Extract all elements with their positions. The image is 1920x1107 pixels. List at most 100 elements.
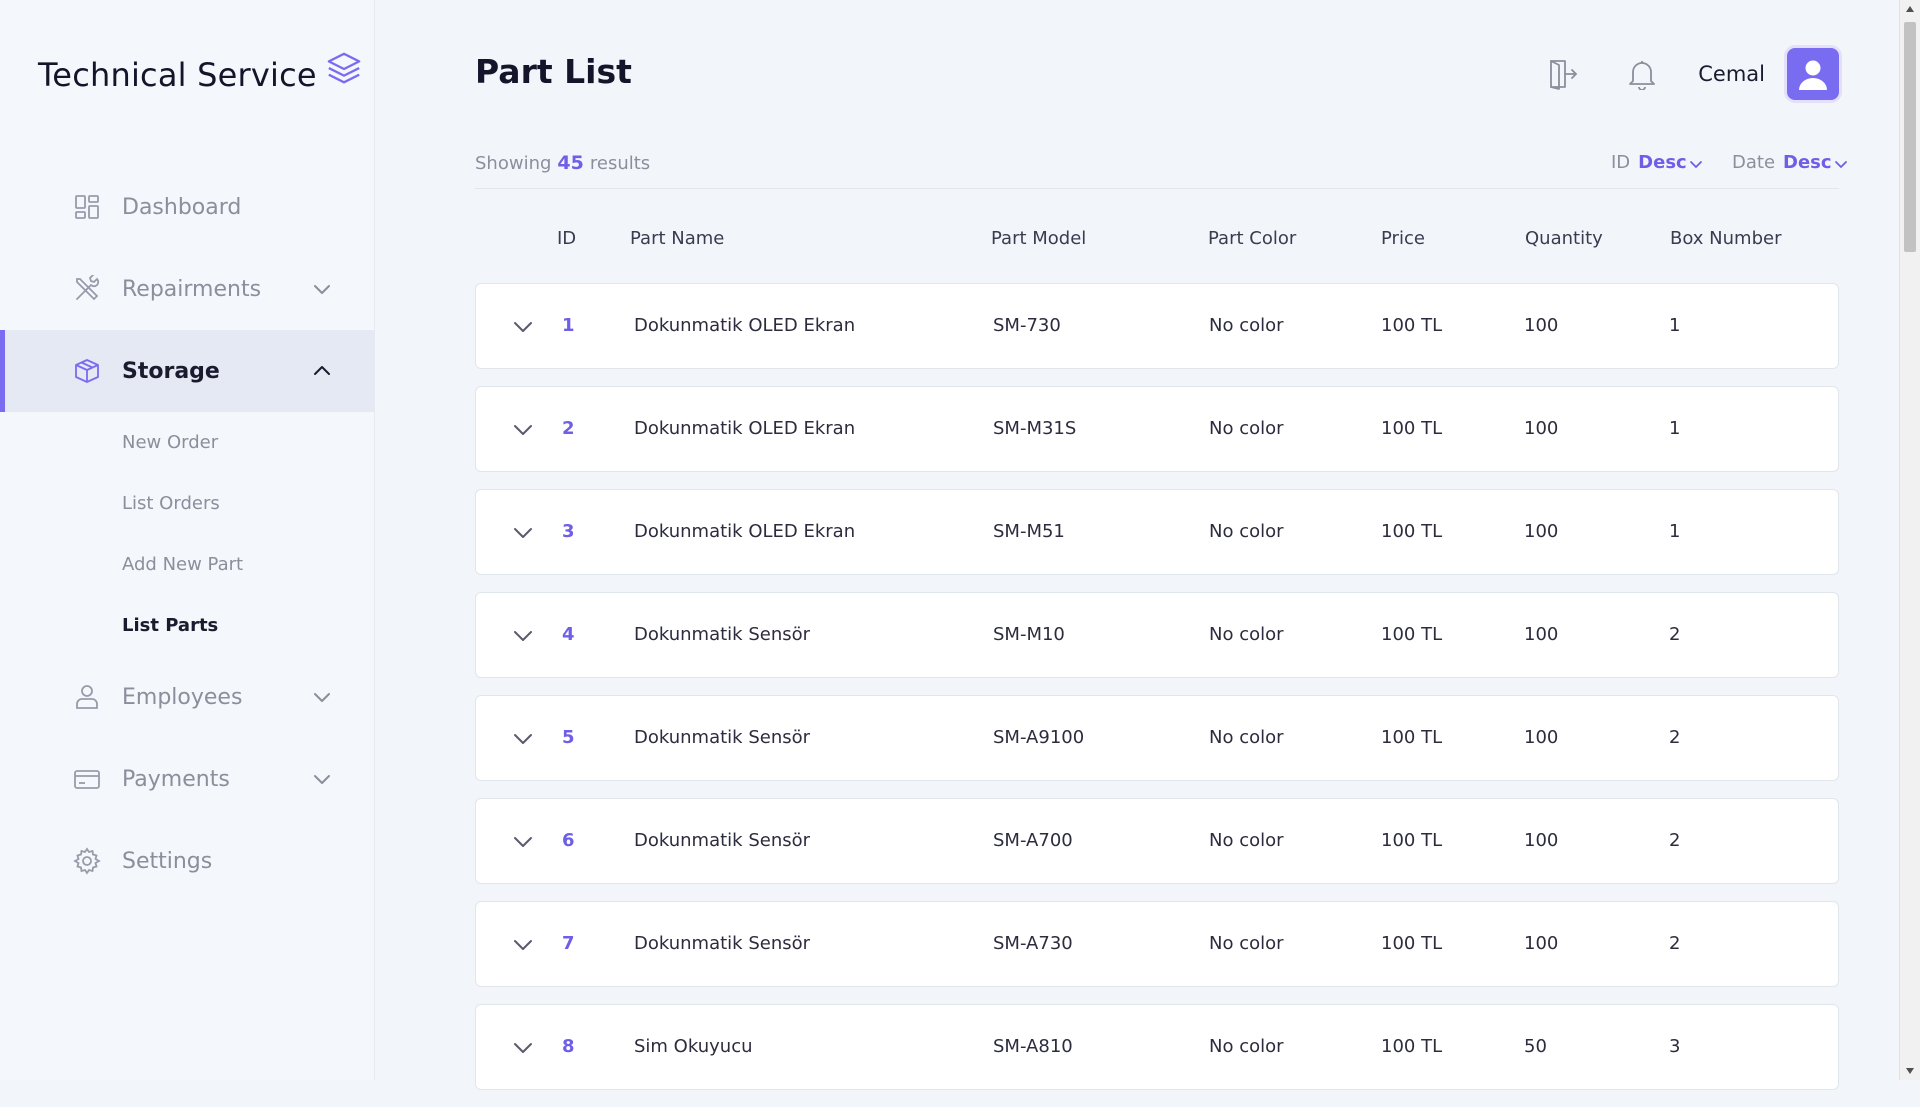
chevron-down-icon[interactable]: [510, 726, 536, 752]
subnav-item-add-new-part[interactable]: Add New Part: [0, 534, 374, 595]
cell-part-model: SM-M31S: [993, 418, 1077, 439]
brand[interactable]: Technical Service: [38, 50, 363, 94]
cell-id[interactable]: 4: [562, 624, 575, 645]
sidebar-item-label: Employees: [122, 684, 243, 710]
notification-button[interactable]: [1622, 54, 1662, 94]
storage-subnav: New Order List Orders Add New Part List …: [0, 412, 374, 656]
subnav-item-list-orders[interactable]: List Orders: [0, 473, 374, 534]
cell-part-model: SM-A810: [993, 1036, 1073, 1057]
column-header-price: Price: [1381, 228, 1425, 249]
cell-part-name: Dokunmatik Sensör: [634, 624, 811, 645]
username[interactable]: Cemal: [1698, 62, 1765, 86]
chevron-down-icon: [1689, 160, 1702, 168]
chevron-down-icon[interactable]: [510, 314, 536, 340]
sidebar-item-repairments[interactable]: Repairments: [0, 248, 374, 330]
topbar: Cemal: [1542, 48, 1839, 100]
cell-price: 100 TL: [1381, 521, 1443, 542]
cell-price: 100 TL: [1381, 315, 1443, 336]
cell-part-model: SM-A700: [993, 830, 1073, 851]
cell-part-model: SM-730: [993, 315, 1061, 336]
subnav-item-list-parts[interactable]: List Parts: [0, 595, 374, 656]
cell-id[interactable]: 2: [562, 418, 575, 439]
table-row[interactable]: 7 Dokunmatik Sensör SM-A730 No color 100…: [475, 901, 1839, 987]
cell-part-name: Dokunmatik OLED Ekran: [634, 521, 856, 542]
cell-part-name: Dokunmatik Sensör: [634, 727, 811, 748]
table-row[interactable]: 1 Dokunmatik OLED Ekran SM-730 No color …: [475, 283, 1839, 369]
chevron-down-icon[interactable]: [510, 623, 536, 649]
results-suffix: results: [589, 153, 651, 174]
scroll-down-button[interactable]: [1900, 1062, 1920, 1080]
chevron-down-icon[interactable]: [510, 932, 536, 958]
cell-quantity: 100: [1524, 521, 1559, 542]
sidebar-item-payments[interactable]: Payments: [0, 738, 374, 820]
cell-id[interactable]: 7: [562, 933, 575, 954]
cell-id[interactable]: 6: [562, 830, 575, 851]
cell-part-name: Sim Okuyucu: [634, 1036, 753, 1057]
cell-box-number: 1: [1669, 521, 1681, 542]
table-row[interactable]: 3 Dokunmatik OLED Ekran SM-M51 No color …: [475, 489, 1839, 575]
chevron-down-icon: [314, 693, 330, 702]
cell-part-color: No color: [1209, 624, 1284, 645]
sidebar: Technical Service Dashboard Repairments …: [0, 0, 375, 1080]
table-row[interactable]: 6 Dokunmatik Sensör SM-A700 No color 100…: [475, 798, 1839, 884]
table-header: ID Part Name Part Model Part Color Price…: [475, 228, 1839, 258]
sidebar-item-label: Dashboard: [122, 194, 242, 220]
results-bar: Showing 45 results ID Desc Date Desc: [475, 150, 1847, 189]
table-row[interactable]: 2 Dokunmatik OLED Ekran SM-M31S No color…: [475, 386, 1839, 472]
cell-quantity: 50: [1524, 1036, 1547, 1057]
chevron-down-icon[interactable]: [510, 829, 536, 855]
sort-id-value: Desc: [1638, 152, 1687, 173]
cell-part-color: No color: [1209, 830, 1284, 851]
cell-id[interactable]: 3: [562, 521, 575, 542]
sidebar-item-settings[interactable]: Settings: [0, 820, 374, 902]
chevron-down-icon[interactable]: [510, 520, 536, 546]
chevron-down-icon[interactable]: [510, 1035, 536, 1061]
column-header-quantity: Quantity: [1525, 228, 1603, 249]
triangle-down-icon: [1906, 1068, 1914, 1074]
table-row[interactable]: 8 Sim Okuyucu SM-A810 No color 100 TL 50…: [475, 1004, 1839, 1090]
parts-table-body: 1 Dokunmatik OLED Ekran SM-730 No color …: [475, 283, 1839, 1107]
logout-button[interactable]: [1542, 54, 1582, 94]
sidebar-item-label: Storage: [122, 358, 220, 384]
cell-id[interactable]: 5: [562, 727, 575, 748]
cell-part-model: SM-A730: [993, 933, 1073, 954]
user-icon: [72, 682, 102, 712]
sidebar-item-employees[interactable]: Employees: [0, 656, 374, 738]
cell-part-name: Dokunmatik OLED Ekran: [634, 418, 856, 439]
tools-icon: [72, 274, 102, 304]
gear-icon: [72, 846, 102, 876]
cell-price: 100 TL: [1381, 830, 1443, 851]
column-header-id: ID: [557, 228, 577, 249]
chevron-down-icon[interactable]: [510, 417, 536, 443]
cell-id[interactable]: 1: [562, 315, 575, 336]
sidebar-item-label: Payments: [122, 766, 230, 792]
sort-date-dropdown[interactable]: Date Desc: [1732, 152, 1848, 173]
page-scrollbar[interactable]: [1899, 0, 1920, 1080]
column-header-part-color: Part Color: [1208, 228, 1297, 249]
sidebar-item-label: Settings: [122, 848, 213, 874]
column-header-box-number: Box Number: [1670, 228, 1782, 249]
app-title: Technical Service: [38, 56, 317, 94]
table-row[interactable]: 4 Dokunmatik Sensör SM-M10 No color 100 …: [475, 592, 1839, 678]
page-title: Part List: [475, 52, 632, 91]
chevron-down-icon: [1834, 160, 1847, 168]
scroll-up-button[interactable]: [1900, 0, 1920, 18]
cell-box-number: 2: [1669, 727, 1681, 748]
sidebar-item-storage[interactable]: Storage: [0, 330, 374, 412]
cell-box-number: 1: [1669, 418, 1681, 439]
sort-date-label: Date: [1732, 152, 1776, 173]
column-header-part-name: Part Name: [630, 228, 725, 249]
box-icon: [72, 356, 102, 386]
subnav-item-new-order[interactable]: New Order: [0, 412, 374, 473]
cell-quantity: 100: [1524, 418, 1559, 439]
cell-price: 100 TL: [1381, 727, 1443, 748]
table-row[interactable]: 5 Dokunmatik Sensör SM-A9100 No color 10…: [475, 695, 1839, 781]
sort-id-dropdown[interactable]: ID Desc: [1611, 152, 1703, 173]
cell-id[interactable]: 8: [562, 1036, 575, 1057]
sidebar-item-dashboard[interactable]: Dashboard: [0, 166, 374, 248]
avatar[interactable]: [1787, 48, 1839, 100]
results-count: 45: [557, 152, 584, 174]
cell-box-number: 3: [1669, 1036, 1681, 1057]
scrollbar-thumb[interactable]: [1904, 22, 1916, 252]
chevron-down-icon: [314, 285, 330, 294]
